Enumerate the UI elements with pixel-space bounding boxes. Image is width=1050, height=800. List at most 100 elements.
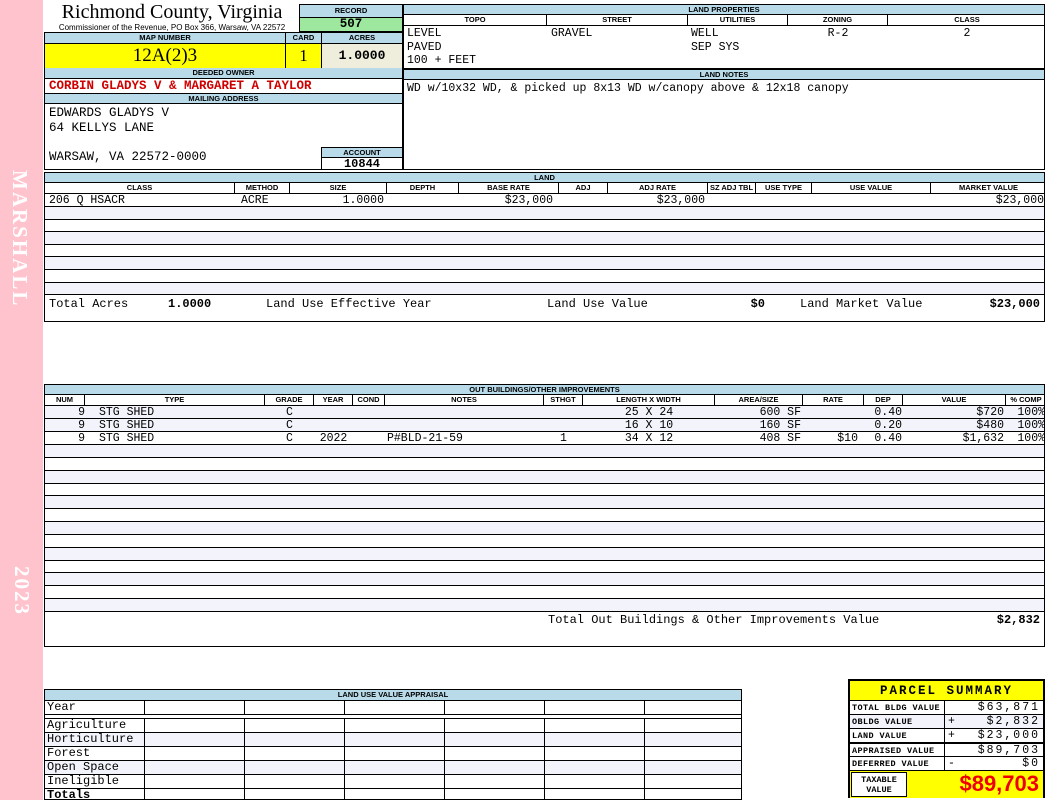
- header-class: CLASS: [954, 15, 980, 24]
- land-market-value-label: Land Market Value: [800, 297, 923, 312]
- street-value-3: [547, 54, 688, 68]
- ob-cell-dep: 0.20: [874, 419, 902, 432]
- appraisal-cell: [445, 789, 545, 800]
- ps-value-cell: + $2,832: [945, 715, 1043, 728]
- ob-cell-area: 600 SF: [759, 406, 801, 419]
- topo-value-2: PAVED: [407, 40, 442, 54]
- appraisal-cell: [345, 719, 445, 732]
- ob-cell-grade: C: [286, 432, 293, 445]
- street-value-2: [547, 41, 688, 55]
- assessment-year-vertical: 2023: [10, 566, 34, 616]
- land-cell-class: 206 Q HSACR: [49, 194, 125, 207]
- ps-value-cell: + $23,000: [945, 729, 1043, 742]
- land-notes-title: LAND NOTES: [404, 70, 1044, 80]
- ob-cell-num: 9: [78, 406, 85, 419]
- account-value: 10844: [343, 157, 380, 171]
- header-zoning: ZONING: [788, 15, 888, 25]
- appraisal-cell: [245, 747, 345, 760]
- appraisal-cell: [545, 733, 645, 746]
- land-table-title: LAND: [45, 173, 1044, 183]
- land-cell-depth: [387, 194, 459, 206]
- ob-header-cond: COND: [353, 395, 385, 405]
- land-properties-headers: TOPO STREET UTILITIES ZONING CLASS: [404, 15, 1044, 26]
- land-cell-adj: [559, 194, 608, 206]
- parcel-summary-row: DEFERRED VALUE - $0: [850, 757, 1043, 771]
- land-notes-section: LAND NOTES WD w/10x32 WD, & picked up 8x…: [403, 69, 1045, 170]
- record-box: RECORD 507: [299, 4, 403, 32]
- ob-cell-comp: 100%: [1017, 432, 1045, 445]
- land-empty-row: [45, 232, 1044, 245]
- ob-header-comp: % COMP: [1010, 395, 1042, 404]
- land-cell-method: ACRE: [241, 194, 269, 207]
- land-empty-row: [45, 245, 1044, 258]
- ob-cell-sthgt: [544, 419, 583, 431]
- appraisal-label: Year: [45, 701, 145, 714]
- land-cell-use-value: [812, 194, 931, 206]
- taxable-value-row: TAXABLE VALUE $89,703: [850, 771, 1043, 798]
- ob-cell-comp: 100%: [1017, 419, 1045, 432]
- ob-cell-value: $480: [976, 419, 1004, 432]
- ob-header-area: AREA/SIZE: [715, 395, 803, 405]
- appraisal-cell: [545, 747, 645, 760]
- property-record-card: MARSHALL 2023 Richmond County, Virginia …: [0, 0, 1050, 800]
- land-properties-title: LAND PROPERTIES: [404, 5, 1044, 15]
- ob-cell-lxw: 34 X 12: [624, 432, 674, 445]
- mailing-line-1: EDWARDS GLADYS V: [49, 106, 170, 120]
- total-acres-value: 1.0000: [168, 297, 212, 312]
- ps-amount: $0: [1022, 757, 1040, 770]
- ob-cell-dep: 0.40: [874, 406, 902, 419]
- ob-cell-comp: 100%: [1017, 406, 1045, 419]
- appraisal-cell: [245, 701, 345, 714]
- ob-cell-lxw: 16 X 10: [624, 419, 674, 432]
- acres-field: ACRES 1.0000: [322, 33, 402, 68]
- ob-total-value: $2,832: [996, 612, 1040, 627]
- out-building-row: 9 STG SHED C 2022 P#BLD-21-59 1 34 X 12 …: [45, 432, 1045, 445]
- appraisal-cell: [645, 789, 743, 800]
- ob-empty-row: [45, 470, 1044, 484]
- topo-value-1: LEVEL: [407, 27, 442, 40]
- land-header-adj-rate: ADJ RATE: [608, 183, 708, 193]
- ob-empty-row: [45, 484, 1044, 497]
- card-field: CARD 1: [286, 33, 322, 68]
- ps-label-appraised: APPRAISED VALUE: [850, 744, 945, 757]
- zoning-value-2: [788, 41, 888, 55]
- ob-cell-type: STG SHED: [99, 432, 155, 445]
- land-use-effective-year-label: Land Use Effective Year: [266, 297, 432, 312]
- appraisal-cell: [545, 789, 645, 800]
- ob-cell-sthgt: 1: [560, 432, 567, 445]
- appraisal-cell: [345, 761, 445, 774]
- land-table-section: LAND CLASS METHOD SIZE DEPTH BASE RATE A…: [44, 172, 1045, 322]
- topo-value-3: 100 + FEET: [407, 54, 477, 67]
- parcel-id-block: MAP NUMBER 12A(2)3 CARD 1 ACRES 1.0000 D…: [44, 32, 403, 170]
- card-label: CARD: [286, 33, 321, 44]
- ob-cell-cond: [353, 406, 385, 418]
- county-subtitle: Commissioner of the Revenue, PO Box 366,…: [58, 23, 286, 32]
- ob-cell-value: $1,632: [962, 432, 1004, 445]
- out-buildings-title: OUT BUILDINGS/OTHER IMPROVEMENTS: [45, 385, 1044, 395]
- land-notes-text: WD w/10x32 WD, & picked up 8x13 WD w/can…: [407, 82, 849, 95]
- appraisal-cell: [345, 775, 445, 788]
- out-building-row: 9 STG SHED C 16 X 10 160 SF 0.20 $480 10…: [45, 419, 1045, 432]
- land-header-method: METHOD: [235, 183, 290, 193]
- acres-label: ACRES: [322, 33, 402, 44]
- county-header: Richmond County, Virginia Commissioner o…: [44, 2, 300, 33]
- ob-cell-grade: C: [286, 419, 293, 432]
- land-empty-row: [45, 257, 1044, 270]
- land-header-use-value: USE VALUE: [812, 183, 931, 193]
- parcel-summary-section: PARCEL SUMMARY TOTAL BLDG VALUE $63,871 …: [848, 679, 1045, 798]
- land-table-headers: CLASS METHOD SIZE DEPTH BASE RATE ADJ AD…: [45, 183, 1044, 194]
- appraisal-cell: [245, 789, 345, 800]
- land-table-row: 206 Q HSACR ACRE 1.0000 $23,000 $23,000 …: [45, 194, 1044, 207]
- deeded-owner-label: DEEDED OWNER: [45, 68, 402, 79]
- appraisal-label: Open Space: [45, 761, 145, 774]
- ob-empty-row: [45, 496, 1044, 510]
- ob-cell-notes: [385, 406, 544, 418]
- ob-empty-row: [45, 547, 1044, 561]
- appraisal-cell: [445, 775, 545, 788]
- appraisal-row-agriculture: Agriculture: [45, 719, 741, 733]
- appraisal-cell: [245, 733, 345, 746]
- ps-value-cell: - $0: [945, 757, 1043, 770]
- ob-header-value: VALUE: [903, 395, 1006, 405]
- appraisal-row-ineligible: Ineligible: [45, 775, 741, 789]
- appraisal-cell: [445, 747, 545, 760]
